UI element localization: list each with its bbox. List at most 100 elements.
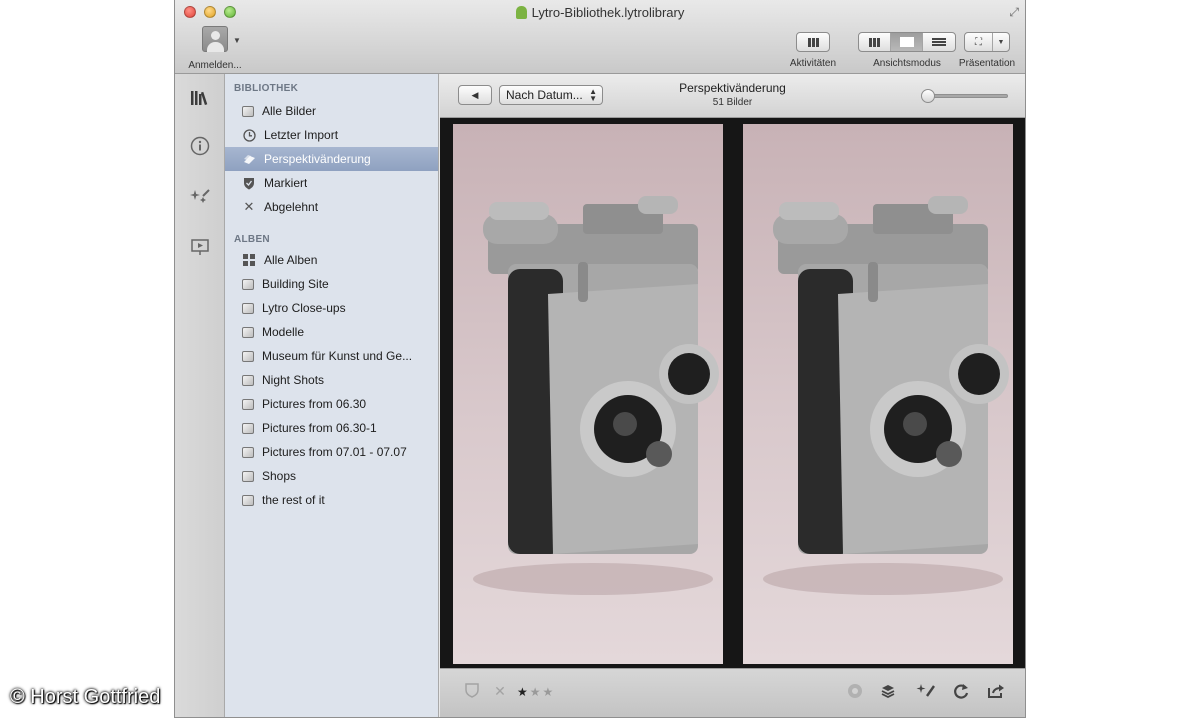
sidebar-item-album[interactable]: Modelle: [225, 320, 438, 344]
window-title-text: Lytro-Bibliothek.lytrolibrary: [531, 5, 685, 20]
activities-button[interactable]: [796, 32, 830, 52]
effects-icon[interactable]: [915, 683, 937, 703]
photo-stack-icon: [242, 105, 254, 117]
photo-viewer: [440, 118, 1025, 668]
sidebar-item-all-albums[interactable]: Alle Alben: [225, 248, 438, 272]
flag-shield-icon[interactable]: [461, 683, 483, 702]
album-icon: [242, 350, 254, 362]
sidebar-item-label: the rest of it: [262, 493, 325, 507]
sidebar-item-label: Perspektivänderung: [264, 152, 371, 166]
sidebar-item-label: Pictures from 07.01 - 07.07: [262, 445, 407, 459]
photo-credit: © Horst Gottfried: [10, 686, 161, 708]
sidebar-item-album[interactable]: Pictures from 07.01 - 07.07: [225, 440, 438, 464]
sidebar-item-label: Letzter Import: [264, 128, 339, 142]
sidebar-item-label: Pictures from 06.30-1: [262, 421, 377, 435]
icon-rail: [175, 74, 225, 717]
album-title: Perspektivänderung: [679, 81, 786, 95]
presentation-group: ⛶ ▼ Präsentation: [957, 32, 1017, 69]
sidebar-item-rejected[interactable]: ✕ Abgelehnt: [225, 195, 438, 219]
photo-right[interactable]: [743, 124, 1013, 664]
library-icon[interactable]: [188, 86, 212, 110]
view-mode-segmented[interactable]: [858, 32, 956, 52]
app-window: Lytro-Bibliothek.lytrolibrary ⤢ ▼ Anmeld…: [174, 0, 1026, 718]
sidebar-item-album[interactable]: Night Shots: [225, 368, 438, 392]
album-icon: [242, 422, 254, 434]
sidebar-item-album[interactable]: Pictures from 06.30: [225, 392, 438, 416]
clock-icon: [242, 128, 256, 142]
activities-group: Aktivitäten: [785, 32, 841, 69]
album-icon: [242, 470, 254, 482]
user-avatar-icon[interactable]: [202, 26, 228, 52]
album-icon: [242, 374, 254, 386]
sidebar-item-label: Building Site: [262, 277, 329, 291]
sidebar-item-flagged[interactable]: Markiert: [225, 171, 438, 195]
camera-illustration: [473, 196, 719, 595]
sidebar-item-album[interactable]: the rest of it: [225, 488, 438, 512]
back-button[interactable]: ◀: [458, 85, 492, 105]
sidebar-item-label: Pictures from 06.30: [262, 397, 367, 411]
sidebar-item-label: Shops: [262, 469, 297, 483]
chevron-down-icon[interactable]: ▼: [233, 36, 241, 45]
shield-icon: [242, 176, 256, 190]
sidebar-item-label: Alle Bilder: [262, 104, 317, 118]
focus-aperture-icon[interactable]: [844, 683, 866, 703]
window-title: Lytro-Bibliothek.lytrolibrary: [175, 5, 1025, 20]
view-mode-group: Ansichtsmodus: [858, 32, 956, 69]
slideshow-icon-svg: [191, 239, 209, 255]
sidebar-item-all-pictures[interactable]: Alle Bilder: [225, 99, 438, 123]
sidebar: BIBLIOTHEK Alle Bilder Letzter Import Pe…: [225, 74, 439, 717]
album-icon: [242, 278, 254, 290]
sidebar-item-label: Alle Alben: [264, 253, 318, 267]
single-view-icon[interactable]: [891, 33, 923, 51]
zoom-slider-knob[interactable]: [921, 89, 935, 103]
photo-left[interactable]: [453, 124, 723, 664]
effects-icon-svg: [190, 189, 210, 203]
album-icon: [242, 326, 254, 338]
effects-icon[interactable]: [188, 185, 212, 209]
sidebar-item-label: Lytro Close-ups: [262, 301, 346, 315]
account-control[interactable]: ▼ Anmelden...: [185, 26, 245, 71]
library-file-icon: [515, 6, 527, 19]
rotate-icon[interactable]: [950, 683, 972, 703]
albums-section-header: ALBEN: [234, 234, 270, 245]
reject-x-icon[interactable]: ✕: [489, 683, 511, 700]
fullscreen-icon[interactable]: ⤢: [1009, 5, 1019, 20]
sidebar-item-label: Modelle: [262, 325, 305, 339]
sidebar-item-album[interactable]: Building Site: [225, 272, 438, 296]
fullscreen-present-icon[interactable]: ⛶: [965, 33, 993, 51]
sort-select[interactable]: Nach Datum... ▲ ▼: [499, 85, 603, 105]
sidebar-item-album[interactable]: Shops: [225, 464, 438, 488]
presentation-button[interactable]: ⛶ ▼: [964, 32, 1010, 52]
filmstrip-view-icon[interactable]: [923, 33, 955, 51]
star-icon[interactable]: ★: [530, 685, 543, 699]
star-rating[interactable]: ★★★: [517, 685, 555, 699]
camera-illustration: [763, 196, 1009, 595]
sidebar-item-album[interactable]: Lytro Close-ups: [225, 296, 438, 320]
album-header-bar: ◀ Nach Datum... ▲ ▼ Perspektivänderung 51…: [440, 74, 1025, 118]
star-icon[interactable]: ★: [543, 685, 556, 699]
layers-icon[interactable]: [877, 683, 899, 703]
sidebar-item-album[interactable]: Pictures from 06.30-1: [225, 416, 438, 440]
sidebar-item-last-import[interactable]: Letzter Import: [225, 123, 438, 147]
info-icon-svg: [190, 136, 210, 156]
grid-icon[interactable]: [797, 33, 829, 51]
star-icon[interactable]: ★: [517, 685, 530, 699]
sidebar-item-album[interactable]: Museum für Kunst und Ge...: [225, 344, 438, 368]
sidebar-item-label: Museum für Kunst und Ge...: [262, 349, 413, 363]
sidebar-item-label: Abgelehnt: [264, 200, 319, 214]
album-icon: [242, 446, 254, 458]
chevron-updown-icon: ▲ ▼: [589, 87, 597, 103]
zoom-slider[interactable]: [921, 89, 1008, 103]
perspective-icon: [242, 152, 256, 166]
album-icon: [242, 398, 254, 410]
chevron-down-icon[interactable]: ▼: [993, 33, 1009, 51]
info-icon[interactable]: [188, 134, 212, 158]
share-icon[interactable]: [985, 683, 1007, 703]
x-icon: ✕: [243, 199, 255, 214]
library-section-header: BIBLIOTHEK: [234, 83, 299, 94]
main-content: ◀ Nach Datum... ▲ ▼ Perspektivänderung 51…: [440, 74, 1025, 717]
view-mode-label: Ansichtsmodus: [873, 58, 941, 69]
sidebar-item-perspective-change[interactable]: Perspektivänderung: [225, 147, 438, 171]
slideshow-icon[interactable]: [188, 235, 212, 259]
grid-view-icon[interactable]: [859, 33, 891, 51]
